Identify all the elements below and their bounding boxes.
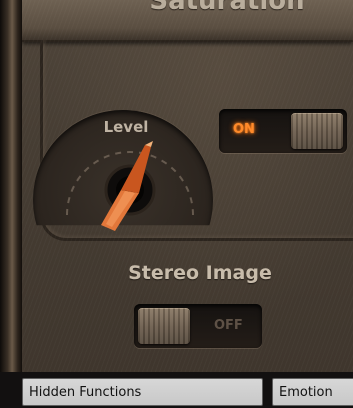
panel-header: Saturation bbox=[22, 0, 353, 42]
toggle-slider[interactable] bbox=[291, 113, 343, 149]
left-frame-rail bbox=[0, 0, 22, 372]
tab-hidden-functions[interactable]: Hidden Functions bbox=[22, 378, 263, 406]
section-title: Saturation bbox=[149, 0, 305, 16]
level-knob[interactable] bbox=[55, 135, 205, 240]
level-label: Level bbox=[103, 118, 149, 136]
tab-bar: Hidden Functions Emotion bbox=[0, 372, 353, 408]
toggle-off-label: OFF bbox=[214, 318, 243, 333]
toggle-on-label: ON bbox=[233, 122, 255, 137]
saturation-toggle[interactable]: ON bbox=[219, 109, 347, 153]
toggle-slider[interactable] bbox=[138, 308, 190, 344]
stereo-image-label: Stereo Image bbox=[128, 262, 272, 284]
tab-emotion[interactable]: Emotion bbox=[272, 378, 353, 406]
stereo-image-toggle[interactable]: OFF bbox=[134, 304, 262, 348]
